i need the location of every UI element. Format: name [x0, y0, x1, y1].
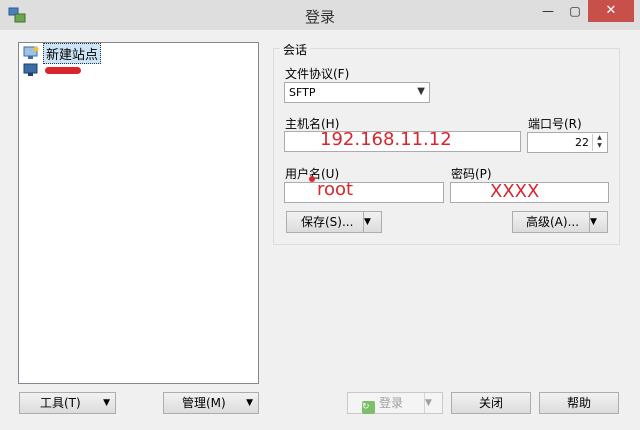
- port-stepper[interactable]: 22 ▲ ▼: [527, 132, 608, 153]
- chevron-down-icon: ▼: [103, 398, 110, 408]
- chevron-down-icon: ▼: [417, 86, 425, 97]
- site-item-new[interactable]: 新建站点: [23, 42, 102, 64]
- port-value: 22: [575, 136, 589, 149]
- manage-button-label: 管理(M): [182, 396, 226, 410]
- close-button[interactable]: 关闭: [451, 392, 531, 414]
- login-button-label: 登录: [379, 396, 404, 410]
- manage-button[interactable]: 管理(M) ▼: [163, 392, 259, 414]
- advanced-button-label: 高级(A)...: [526, 215, 580, 229]
- protocol-label: 文件协议(F): [285, 67, 350, 81]
- advanced-button[interactable]: 高级(A)... ▼: [512, 211, 608, 233]
- stepper-arrows-icon[interactable]: ▲ ▼: [592, 134, 606, 151]
- close-window-button[interactable]: ✕: [588, 0, 634, 22]
- site-item-label: 新建站点: [43, 42, 102, 64]
- site-tree[interactable]: 新建站点: [18, 42, 259, 384]
- chevron-down-icon[interactable]: ▼: [363, 212, 381, 232]
- tools-button[interactable]: 工具(T) ▼: [19, 392, 116, 414]
- protocol-select[interactable]: SFTP ▼: [284, 82, 430, 103]
- chevron-down-icon: ▼: [246, 398, 253, 408]
- computer-icon: [23, 63, 38, 76]
- tools-button-label: 工具(T): [40, 396, 81, 410]
- chevron-down-icon[interactable]: ▼: [589, 212, 607, 232]
- minimize-icon: —: [542, 4, 554, 18]
- title-bar: 登录 — ▢ ✕: [0, 0, 640, 30]
- password-label: 密码(P): [451, 167, 492, 181]
- close-icon: ✕: [605, 3, 617, 18]
- maximize-icon: ▢: [569, 4, 581, 18]
- close-button-label: 关闭: [478, 396, 503, 410]
- login-icon: ↻: [362, 401, 375, 414]
- save-button-label: 保存(S)...: [301, 215, 354, 229]
- user-input[interactable]: [284, 182, 444, 203]
- password-value: XXXX: [490, 181, 540, 202]
- user-value: root: [317, 179, 354, 200]
- host-value: 192.168.11.12: [320, 129, 452, 150]
- maximize-button[interactable]: ▢: [562, 0, 588, 22]
- help-button[interactable]: 帮助: [539, 392, 619, 414]
- minimize-button[interactable]: —: [534, 0, 562, 22]
- login-button[interactable]: ↻ 登录 ▼: [347, 392, 443, 414]
- redacted-site-name: [45, 66, 81, 74]
- save-button[interactable]: 保存(S)... ▼: [286, 211, 382, 233]
- session-group-title: 会话: [280, 41, 311, 58]
- help-button-label: 帮助: [566, 396, 591, 410]
- site-item-saved[interactable]: [23, 62, 81, 78]
- port-label: 端口号(R): [528, 117, 582, 131]
- protocol-value: SFTP: [289, 86, 316, 99]
- chevron-down-icon[interactable]: ▼: [424, 393, 442, 413]
- new-site-icon: [23, 46, 39, 59]
